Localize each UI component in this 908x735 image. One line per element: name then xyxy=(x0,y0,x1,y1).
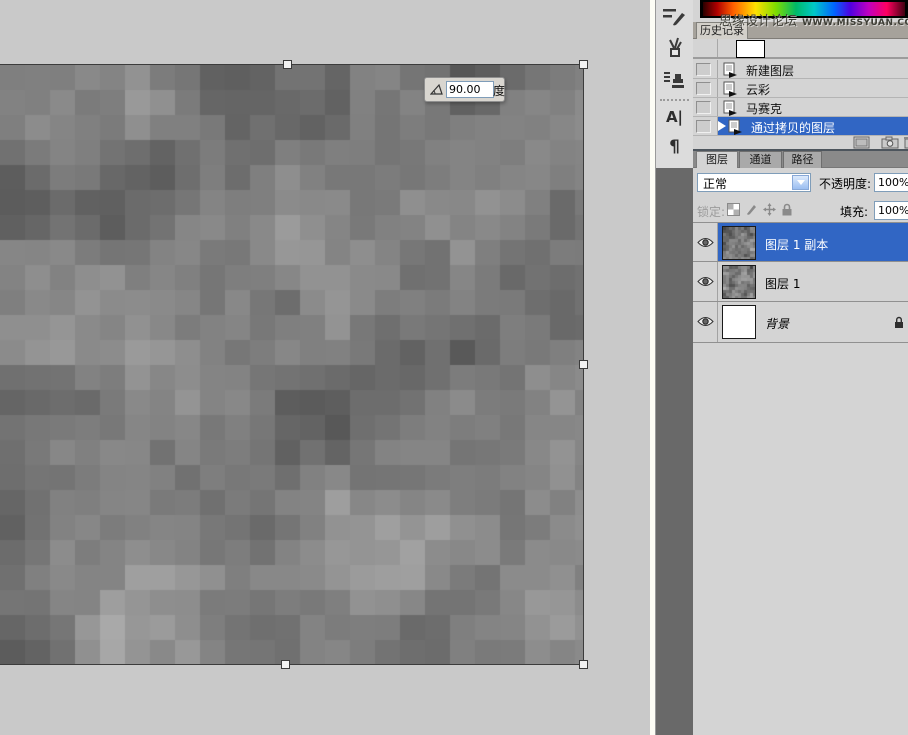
history-state-icon xyxy=(722,100,738,116)
angle-unit-label: 度 xyxy=(493,82,505,99)
history-item-selected[interactable]: 通过拷贝的图层 xyxy=(693,117,908,136)
history-item-label: 新建图层 xyxy=(746,62,794,79)
palette-dock-strip: A| ¶ xyxy=(655,0,693,735)
dock-separator xyxy=(660,99,689,101)
chevron-down-icon[interactable] xyxy=(792,175,809,190)
opacity-label: 不透明度: xyxy=(819,175,871,192)
rotate-angle-input[interactable] xyxy=(446,81,494,98)
current-state-pointer[interactable] xyxy=(718,121,726,131)
blend-mode-value: 正常 xyxy=(703,175,727,192)
history-brush-source-checkbox[interactable] xyxy=(696,120,711,133)
tab-paths[interactable]: 路径 xyxy=(783,151,822,168)
delete-state-icon[interactable] xyxy=(904,136,908,149)
site-watermark: 思缘设计论坛 WWW.MISSYUAN.COM xyxy=(719,10,908,29)
brush-presets-panel-icon[interactable] xyxy=(659,5,690,33)
layer-name[interactable]: 背景 xyxy=(765,315,789,332)
history-state-icon xyxy=(722,62,738,78)
history-item-label: 通过拷贝的图层 xyxy=(751,119,835,136)
fill-input[interactable] xyxy=(874,201,908,220)
new-snapshot-icon[interactable] xyxy=(881,136,899,149)
transform-handle-bottom-right[interactable] xyxy=(579,660,588,669)
site-name: 思缘设计论坛 xyxy=(719,14,797,29)
snapshot-thumbnail[interactable] xyxy=(736,40,765,58)
lock-position-icon[interactable] xyxy=(763,203,776,216)
panels-column: 思缘设计论坛 WWW.MISSYUAN.COM 历史记录 新建图层 xyxy=(693,0,908,735)
history-brush-source-checkbox[interactable] xyxy=(696,101,711,114)
history-button-bar xyxy=(693,136,908,149)
lock-options-row: 锁定: 填充: xyxy=(693,196,908,222)
opacity-input[interactable] xyxy=(874,173,908,192)
lock-all-icon[interactable] xyxy=(781,203,793,216)
eye-icon[interactable] xyxy=(697,237,714,248)
history-item-label: 云彩 xyxy=(746,81,770,98)
mosaic-image[interactable] xyxy=(0,65,583,664)
history-source-column xyxy=(693,39,718,57)
transform-edge-top[interactable] xyxy=(0,64,584,65)
blend-options-row: 正常 不透明度: xyxy=(693,168,908,196)
layer-name[interactable]: 图层 1 副本 xyxy=(765,236,828,253)
rotate-angle-tooltip: 度 xyxy=(424,77,505,102)
character-panel-icon[interactable]: A| xyxy=(659,104,690,132)
tab-channels[interactable]: 通道 xyxy=(739,151,782,168)
document-canvas-area[interactable]: 度 xyxy=(0,0,650,735)
layer-thumbnail[interactable] xyxy=(722,305,756,339)
history-state-icon xyxy=(722,81,738,97)
paragraph-panel-icon[interactable]: ¶ xyxy=(659,134,690,162)
angle-icon xyxy=(430,84,443,95)
photoshop-window: 度 xyxy=(0,0,908,735)
lock-paint-icon[interactable] xyxy=(745,203,758,216)
layer-thumbnail[interactable] xyxy=(722,265,756,299)
history-item[interactable]: 云彩 xyxy=(693,79,908,98)
dock-empty-area xyxy=(656,168,694,735)
new-document-from-state-icon[interactable] xyxy=(853,136,870,149)
transform-handle-bottom-middle[interactable] xyxy=(281,660,290,669)
history-state-icon xyxy=(727,119,743,135)
eye-icon[interactable] xyxy=(697,316,714,327)
layer-name[interactable]: 图层 1 xyxy=(765,275,800,292)
layer-thumbnail[interactable] xyxy=(722,226,756,260)
layer-row[interactable]: 图层 1 xyxy=(693,262,908,302)
blend-mode-select[interactable]: 正常 xyxy=(697,173,811,192)
transform-handle-top-right[interactable] xyxy=(579,60,588,69)
layer-row-background[interactable]: 背景 xyxy=(693,302,908,343)
history-brush-source-checkbox[interactable] xyxy=(696,82,711,95)
layers-tabbar: 图层 通道 路径 xyxy=(693,151,908,168)
fill-label: 填充: xyxy=(840,203,868,220)
lock-label: 锁定: xyxy=(697,203,725,220)
tool-presets-panel-icon[interactable] xyxy=(659,36,690,64)
layer-row-selected[interactable]: 图层 1 副本 xyxy=(693,222,908,262)
transform-handle-top-middle[interactable] xyxy=(283,60,292,69)
lock-transparency-icon[interactable] xyxy=(727,203,740,216)
tab-layers[interactable]: 图层 xyxy=(696,151,738,168)
clone-source-panel-icon[interactable] xyxy=(659,68,690,96)
eye-icon[interactable] xyxy=(697,276,714,287)
history-item[interactable]: 马赛克 xyxy=(693,98,908,117)
history-item[interactable]: 新建图层 xyxy=(693,60,908,79)
history-item-label: 马赛克 xyxy=(746,100,782,117)
history-brush-source-checkbox[interactable] xyxy=(696,63,711,76)
site-url: WWW.MISSYUAN.COM xyxy=(802,18,908,28)
history-snapshot-row[interactable] xyxy=(693,39,908,59)
transform-handle-right-middle[interactable] xyxy=(579,360,588,369)
layer-locked-icon xyxy=(894,316,904,329)
transform-edge-bottom[interactable] xyxy=(0,664,584,665)
